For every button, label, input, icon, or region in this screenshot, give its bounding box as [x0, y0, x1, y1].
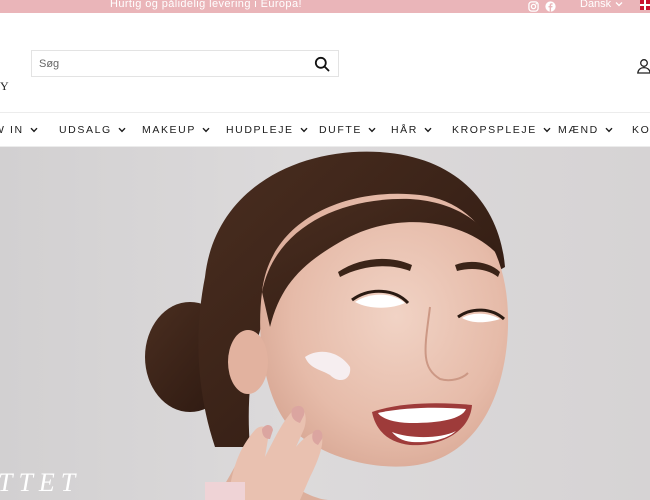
- logo[interactable]: Y: [0, 79, 10, 94]
- chevron-down-icon: [202, 127, 210, 133]
- nav-item-label: W IN: [0, 124, 24, 136]
- nav-item-makeup[interactable]: MAKEUP: [142, 124, 210, 136]
- main-nav: W IN UDSALG MAKEUP HUDPLEJE DUFTE HÅR KR…: [0, 113, 650, 147]
- search-bar: [31, 50, 339, 77]
- chevron-down-icon: [615, 2, 623, 7]
- search-icon[interactable]: [314, 56, 330, 72]
- language-label: Dansk: [580, 0, 612, 10]
- nav-item-dufte[interactable]: DUFTE: [319, 124, 376, 136]
- language-selector[interactable]: Dansk: [580, 0, 623, 11]
- nav-item-kropspleje[interactable]: KROPSPLEJE: [452, 124, 551, 136]
- nav-item-hudpleje[interactable]: HUDPLEJE: [226, 124, 308, 136]
- nav-item-label: UDSALG: [59, 124, 112, 136]
- hero-heading: TTET: [0, 468, 82, 497]
- user-icon[interactable]: [636, 58, 650, 74]
- chevron-down-icon: [543, 127, 551, 133]
- chevron-down-icon: [118, 127, 126, 133]
- chevron-down-icon: [300, 127, 308, 133]
- instagram-icon[interactable]: [528, 0, 539, 12]
- hero-image: [145, 151, 509, 500]
- nav-item-label: DUFTE: [319, 124, 362, 136]
- nav-item-label: KROPSPLEJE: [452, 124, 537, 136]
- nav-item-label: MAKEUP: [142, 124, 196, 136]
- nav-item-label: KO: [632, 124, 650, 136]
- site-header: Y: [0, 13, 650, 113]
- chevron-down-icon: [368, 127, 376, 133]
- nav-item-label: MÆND: [558, 124, 599, 136]
- denmark-flag-icon[interactable]: [640, 0, 650, 10]
- nav-item-more[interactable]: KO: [632, 124, 650, 136]
- search-input[interactable]: [32, 51, 302, 76]
- announcement-bar: Hurtig og pålidelig levering i Europa! D…: [0, 0, 650, 13]
- nav-item-label: HUDPLEJE: [226, 124, 294, 136]
- announcement-text: Hurtig og pålidelig levering i Europa!: [110, 0, 302, 10]
- nav-item-label: HÅR: [391, 124, 418, 136]
- facebook-icon[interactable]: [545, 0, 556, 12]
- chevron-down-icon: [605, 127, 613, 133]
- nav-item-udsalg[interactable]: UDSALG: [59, 124, 126, 136]
- chevron-down-icon: [30, 127, 38, 133]
- social-links: [528, 0, 556, 12]
- chevron-down-icon: [424, 127, 432, 133]
- hero-banner[interactable]: TTET: [0, 147, 650, 500]
- nav-item-haar[interactable]: HÅR: [391, 124, 432, 136]
- nav-item-maend[interactable]: MÆND: [558, 124, 613, 136]
- nav-item-new-in[interactable]: W IN: [0, 124, 38, 136]
